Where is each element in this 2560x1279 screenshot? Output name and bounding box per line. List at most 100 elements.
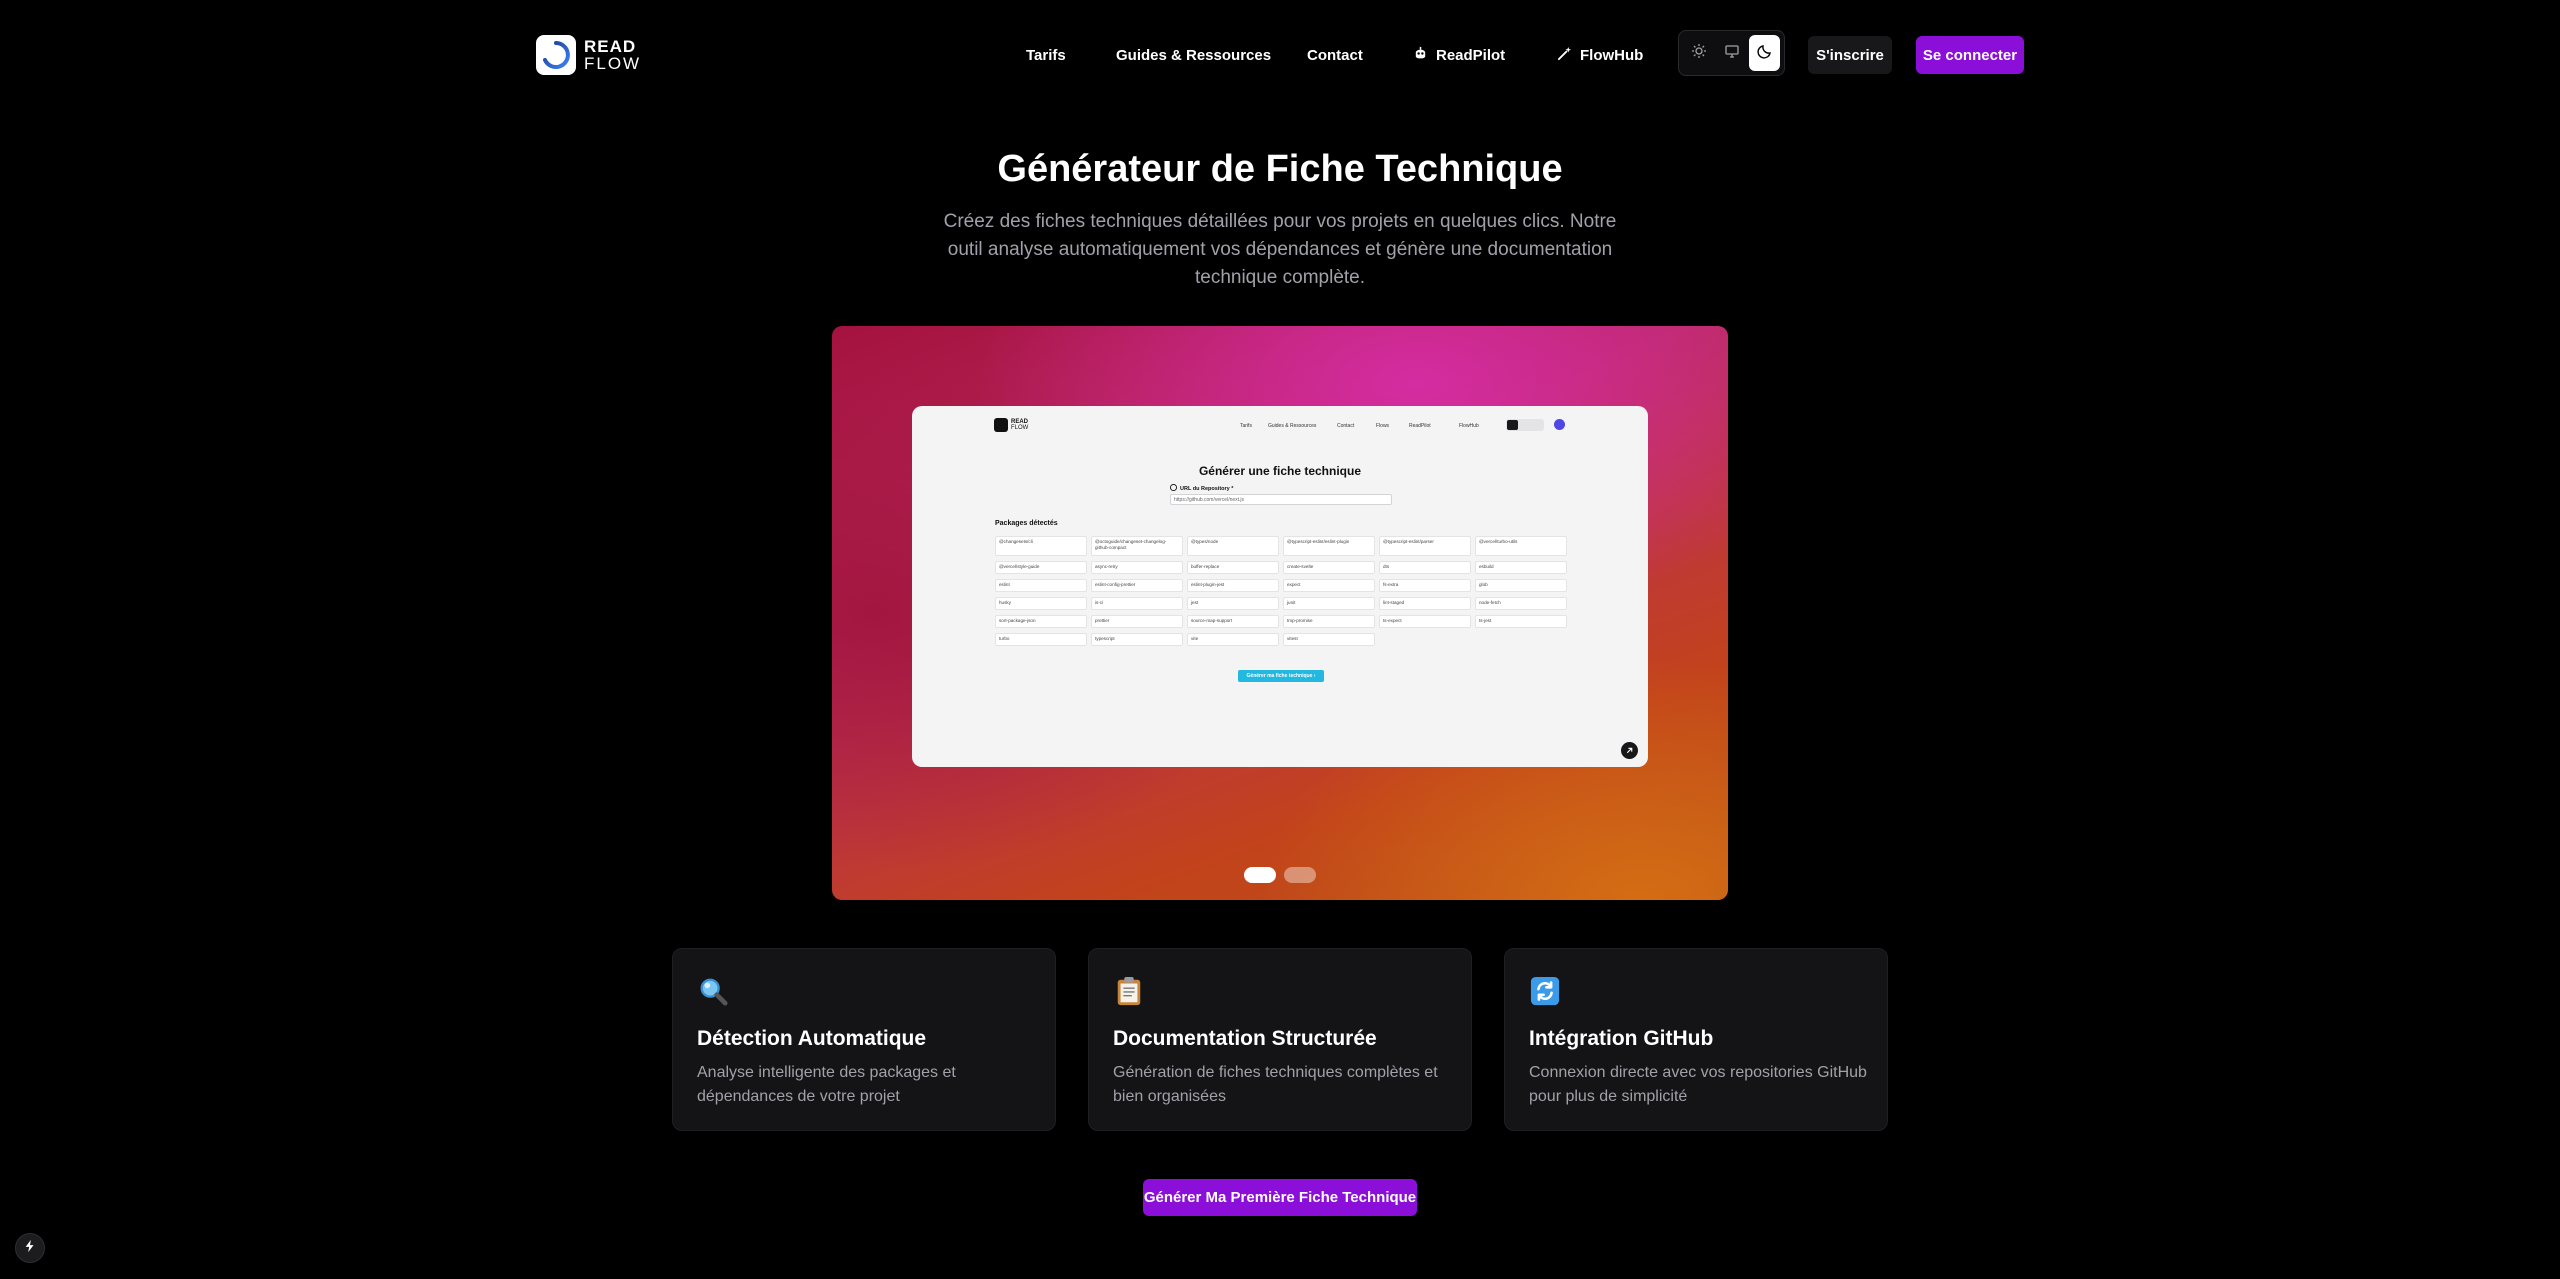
preview-package-cell: vitest: [1283, 633, 1375, 646]
preview-package-cell: junit: [1283, 597, 1375, 610]
logo[interactable]: READ FLOW: [536, 35, 641, 75]
preview-package-cell: source-map-support: [1187, 615, 1279, 628]
nav-guides-label: Guides & Ressources: [1116, 46, 1272, 64]
monitor-icon: [1724, 43, 1740, 64]
preview-package-cell: lint-staged: [1379, 597, 1471, 610]
preview-nav-item: ReadPilot: [1409, 423, 1431, 429]
preview-packages-title: Packages détectés: [995, 520, 1058, 527]
nav-guides-ressources[interactable]: Guides & Ressources: [1116, 36, 1271, 74]
preview-package-cell: jest: [1187, 597, 1279, 610]
preview-package-cell: expect: [1283, 579, 1375, 592]
preview-theme-switcher: [1506, 419, 1544, 431]
page-subtitle: Créez des fiches techniques détaillées p…: [943, 211, 1617, 288]
preview-package-cell: glob: [1475, 579, 1567, 592]
preview-generate-label: Générer ma fiche technique: [1246, 673, 1313, 679]
theme-light-button[interactable]: [1683, 35, 1714, 71]
preview-package-cell: eslint-config-prettier: [1091, 579, 1183, 592]
preview-avatar: [1554, 419, 1565, 430]
magic-wand-icon: [1557, 46, 1572, 65]
carousel-dot-1[interactable]: [1244, 867, 1276, 883]
preview-package-cell: @octoguide/changeset-changelog-github-co…: [1091, 536, 1183, 556]
preview-repo-label-text: URL du Repository *: [1180, 485, 1234, 492]
dev-tools-button[interactable]: [15, 1233, 45, 1263]
preview-package-cell: async-retry: [1091, 561, 1183, 574]
preview-package-cell: husky: [995, 597, 1087, 610]
nav-readpilot[interactable]: ReadPilot: [1413, 36, 1505, 74]
preview-nav-item: Guides & Ressources: [1268, 423, 1317, 429]
nav-contact-label: Contact: [1307, 46, 1363, 64]
preview-package-cell: ts-expect: [1379, 615, 1471, 628]
preview-package-cell: prettier: [1091, 615, 1183, 628]
nav-flowhub-label: FlowHub: [1580, 46, 1644, 64]
moon-icon: [1756, 43, 1773, 64]
preview-generate-button: Générer ma fiche technique ›: [1238, 670, 1324, 682]
preview-package-cell: vite: [1187, 633, 1279, 646]
logo-mark-icon: [536, 35, 576, 75]
carousel-indicators: [1244, 867, 1316, 883]
preview-package-cell: @changesets/cli: [995, 536, 1087, 556]
preview-package-cell: typescript: [1091, 633, 1183, 646]
preview-package-cell: @vercel/style-guide: [995, 561, 1087, 574]
lightning-icon: [23, 1239, 37, 1258]
nav-tarifs-label: Tarifs: [1026, 46, 1066, 64]
preview-package-cell: node-fetch: [1475, 597, 1567, 610]
app-preview-screenshot: READ FLOW Tarifs Guides & Ressources Con…: [912, 406, 1648, 767]
preview-package-cell: tmp-promise: [1283, 615, 1375, 628]
preview-nav-item: Flows: [1376, 423, 1390, 429]
nav-readpilot-label: ReadPilot: [1436, 46, 1506, 64]
preview-repo-label: URL du Repository *: [1170, 484, 1233, 493]
feature-description: Connexion directe avec vos repositories …: [1529, 1064, 1867, 1105]
theme-dark-button[interactable]: [1749, 35, 1780, 71]
preview-package-cell: esbuild: [1475, 561, 1567, 574]
feature-title: Intégration GitHub: [1529, 1027, 1714, 1050]
preview-package-cell: sort-package-json: [995, 615, 1087, 628]
nav-tarifs[interactable]: Tarifs: [1026, 36, 1066, 74]
preview-package-cell: ts-jest: [1475, 615, 1567, 628]
github-icon: [1170, 484, 1177, 493]
readpilot-icon: [1413, 46, 1428, 65]
preview-logo: READ FLOW: [994, 418, 1028, 432]
carousel-dot-2[interactable]: [1284, 867, 1316, 883]
preview-package-cell: @types/node: [1187, 536, 1279, 556]
preview-nav-item: Contact: [1337, 423, 1355, 429]
preview-package-cell: @vercel/turbo-utils: [1475, 536, 1567, 556]
preview-package-cell: turbo: [995, 633, 1087, 646]
preview-title: Générer une fiche technique: [1198, 464, 1362, 478]
feature-card-github: Intégration GitHub Connexion directe ave…: [1504, 948, 1888, 1131]
screenshot-carousel: READ FLOW Tarifs Guides & Ressources Con…: [832, 326, 1728, 900]
nav-flowhub[interactable]: FlowHub: [1557, 36, 1643, 74]
preview-package-cell: fs-extra: [1379, 579, 1471, 592]
preview-packages-grid: @changesets/cli @octoguide/changeset-chan…: [995, 536, 1569, 646]
preview-fab-icon: [1621, 742, 1638, 759]
signup-button[interactable]: S'inscrire: [1808, 36, 1892, 74]
preview-package-cell: is-ci: [1091, 597, 1183, 610]
magnifier-icon: [697, 975, 729, 1007]
generate-first-sheet-button[interactable]: Générer Ma Première Fiche Technique: [1143, 1179, 1417, 1216]
nav-contact[interactable]: Contact: [1307, 36, 1363, 74]
feature-card-detection: Détection Automatique Analyse intelligen…: [672, 948, 1056, 1131]
preview-package-cell: @typescript-eslint/parser: [1379, 536, 1471, 556]
page-title: Générateur de Fiche Technique: [997, 148, 1563, 190]
sync-icon: [1529, 975, 1561, 1007]
sun-icon: [1691, 43, 1707, 64]
clipboard-icon: [1113, 975, 1145, 1007]
theme-system-button[interactable]: [1716, 35, 1747, 71]
feature-description: Analyse intelligente des packages et dép…: [697, 1064, 956, 1105]
login-button[interactable]: Se connecter: [1916, 36, 2024, 74]
preview-package-cell: dts: [1379, 561, 1471, 574]
feature-title: Documentation Structurée: [1113, 1027, 1377, 1050]
preview-logo-bottom: FLOW: [1011, 425, 1029, 431]
preview-nav-item: Tarifs: [1240, 423, 1252, 429]
preview-package-cell: eslint: [995, 579, 1087, 592]
preview-package-cell: buffer-replace: [1187, 561, 1279, 574]
feature-title: Détection Automatique: [697, 1027, 927, 1050]
logo-text-top: READ: [584, 37, 637, 56]
preview-repo-input: https://github.com/vercel/next.js: [1170, 494, 1392, 505]
preview-logo-icon: [994, 418, 1008, 432]
preview-package-cell: @typescript-eslint/eslint-plugin: [1283, 536, 1375, 556]
preview-package-cell: create-svelte: [1283, 561, 1375, 574]
feature-card-documentation: Documentation Structurée Génération de f…: [1088, 948, 1472, 1131]
preview-package-cell: eslint-plugin-jest: [1187, 579, 1279, 592]
preview-nav-item: FlowHub: [1459, 423, 1479, 429]
site-header: READ FLOW Tarifs Guides & Ressources Con…: [0, 0, 2560, 110]
